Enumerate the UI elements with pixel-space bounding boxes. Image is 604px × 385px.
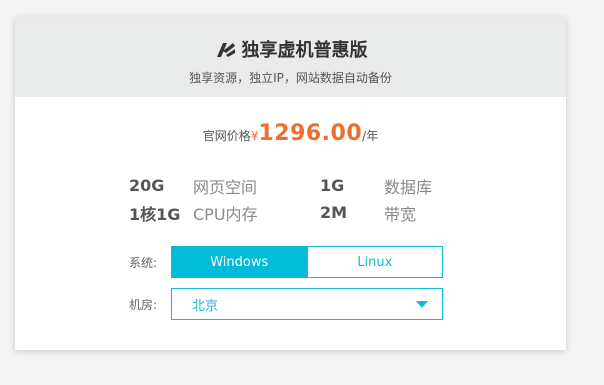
spec-label: CPU内存: [193, 204, 258, 224]
spec-label: 网页空间: [193, 177, 258, 197]
spec-value: 1核1G: [129, 204, 181, 224]
spec-label: 数据库: [384, 177, 433, 197]
system-row: 系统: Windows Linux: [129, 246, 443, 278]
price-unit: /年: [362, 129, 379, 143]
card-header: 独享虚机普惠版 独享资源，独立IP，网站数据自动备份: [15, 17, 566, 97]
brand-logo-icon: [214, 39, 236, 59]
system-label: 系统:: [129, 255, 158, 270]
room-select[interactable]: 北京: [171, 288, 443, 320]
title-row: 独享虚机普惠版: [15, 17, 566, 62]
product-card: 独享虚机普惠版 独享资源，独立IP，网站数据自动备份 官网价格¥1296.00/…: [15, 17, 566, 350]
spec-label: 带宽: [384, 204, 417, 224]
chevron-down-icon: [416, 300, 428, 308]
price-amount: 1296.00: [258, 121, 363, 146]
page-title: 独享虚机普惠版: [241, 40, 368, 61]
subtitle: 独享资源，独立IP，网站数据自动备份: [189, 71, 392, 85]
spec-list: 20G 网页空间 1G 数据库 1核1G CPU内存 2M 带宽: [129, 172, 459, 226]
spec-row: 1核1G CPU内存 2M 带宽: [129, 199, 459, 226]
room-row: 机房: 北京: [129, 288, 443, 320]
system-option-windows[interactable]: Windows: [171, 246, 308, 278]
spec-value: 1G: [320, 176, 345, 195]
system-option-linux[interactable]: Linux: [307, 246, 443, 278]
price-row: 官网价格¥1296.00/年: [15, 121, 566, 146]
system-toggle: Windows Linux: [171, 246, 443, 278]
room-selected-value: 北京: [192, 298, 219, 314]
spec-value: 2M: [320, 203, 348, 222]
price-label: 官网价格: [202, 129, 251, 143]
room-label: 机房:: [129, 297, 158, 312]
spec-value: 20G: [129, 176, 165, 195]
spec-row: 20G 网页空间 1G 数据库: [129, 172, 459, 199]
